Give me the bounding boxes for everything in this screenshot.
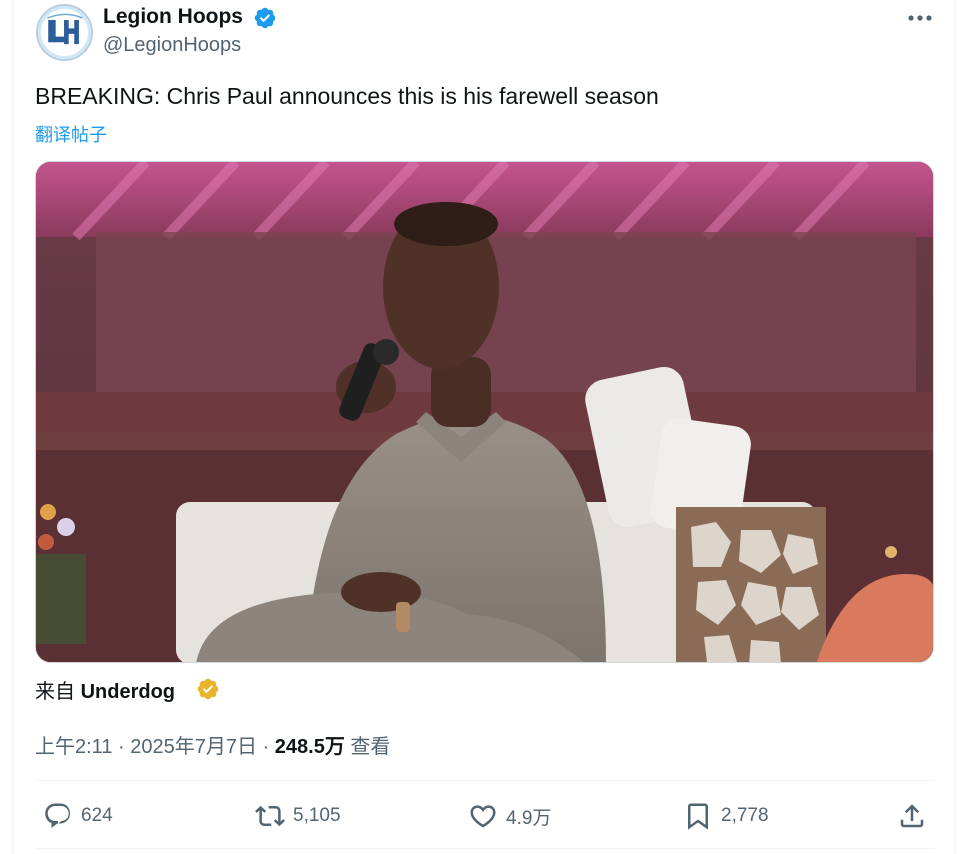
like-count: 4.9万 [506,807,552,829]
translate-post-link[interactable]: 翻译帖子 [35,121,107,147]
view-count: 248.5万 [274,736,345,758]
reply-count: 624 [81,805,113,826]
gold-verified-badge-icon[interactable] [196,677,220,701]
video-frame [36,162,933,662]
post-meta: 上午2:11 · 2025年7月7日 · 248.5万 查看 [35,730,390,759]
frame-border-right [955,0,956,854]
bookmark-icon [688,803,708,830]
video-player[interactable] [35,161,934,663]
views-label: 查看 [344,736,391,758]
post-date-link[interactable]: 2025年7月7日 [130,736,257,758]
post-time-link[interactable]: 上午2:11 [35,736,112,758]
avatar[interactable] [36,4,93,61]
divider [35,848,935,849]
retweet-count: 5,105 [293,805,341,826]
bookmark-button[interactable]: 2,778 [683,794,769,838]
tweet-text: BREAKING: Chris Paul announces this is h… [35,83,659,109]
retweet-icon [255,805,285,827]
share-icon [900,804,924,828]
ellipsis-icon [908,15,932,21]
retweet-button[interactable]: 5,105 [255,794,341,838]
verified-badge-icon[interactable] [253,6,277,30]
share-button[interactable] [897,794,927,838]
meta-separator: · [112,736,131,758]
like-button[interactable]: 4.9万 [468,794,551,838]
avatar-ring [38,6,91,59]
divider [35,780,935,781]
tweet: Legion Hoops @LegionHoops BREAKING: Chri… [13,0,955,854]
source-prefix: 来自 [35,681,81,703]
source-name-link[interactable]: Underdog [81,681,175,703]
source-attribution: 来自 Underdog [35,675,175,704]
meta-separator: · [256,736,275,758]
reply-icon [45,803,71,828]
bookmark-count: 2,778 [721,805,769,826]
heart-icon [470,805,496,828]
reply-button[interactable]: 624 [43,794,113,838]
handle[interactable]: @LegionHoops [103,34,241,57]
more-options-button[interactable] [901,2,939,34]
action-bar: 624 5,105 4.9万 2,778 [35,794,935,838]
display-name[interactable]: Legion Hoops [103,5,243,29]
